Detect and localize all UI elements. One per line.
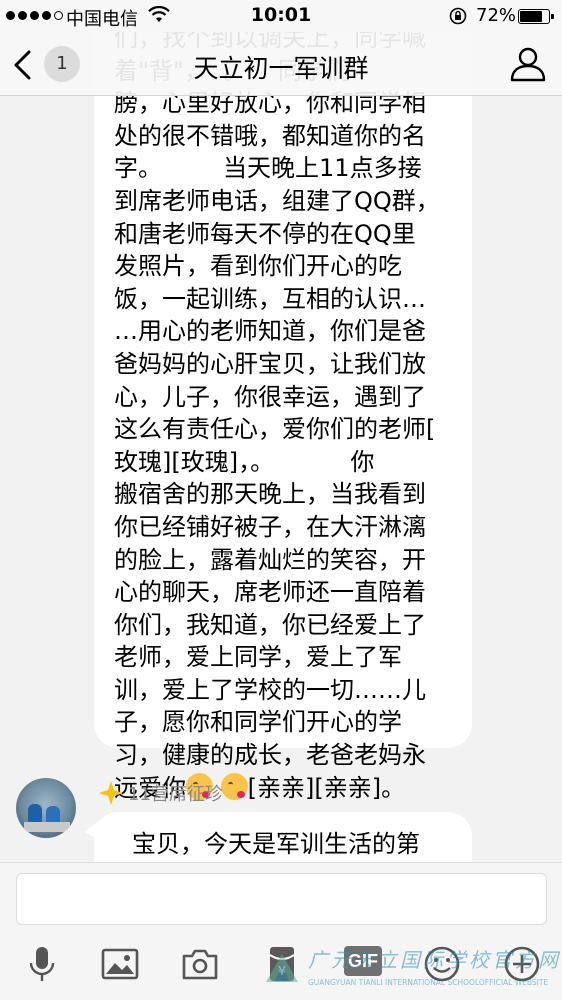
message-bubble[interactable]: 宝贝，今天是军训生活的第 xyxy=(94,812,472,862)
battery-percent: 72% xyxy=(476,5,517,26)
sender-name: 11营席征珍 xyxy=(128,784,223,805)
page-title: 天立初一军训群 xyxy=(193,54,369,83)
rotation-lock-icon xyxy=(449,7,467,25)
sparkle-icon xyxy=(99,781,123,805)
watermark-subtext: GUANGYUAN TIANLI INTERNATIONAL SCHOOLOFF… xyxy=(308,978,549,987)
message-text: 宝贝，今天是军训生活的第 xyxy=(132,830,420,858)
microphone-icon[interactable] xyxy=(22,944,62,984)
status-bar: 中国电信 10:01 72% xyxy=(0,0,562,32)
avatar[interactable] xyxy=(16,778,76,838)
image-icon[interactable] xyxy=(100,944,140,984)
message-text: 们，找个到以调关上，同学喊 着"背"， 。 同学们 膀，心里好放心，你和同学相 … xyxy=(114,22,452,804)
nav-bar: 1 天立初一军训群 xyxy=(0,32,562,96)
school-logo-icon xyxy=(266,954,298,982)
message-text-tail: [亲亲][亲亲]。 xyxy=(247,773,406,802)
battery-icon xyxy=(518,9,554,24)
watermark-text: 广元天立国际学校官方网站 xyxy=(308,948,562,972)
chat-area[interactable]: 们，找个到以调关上，同学喊 着"背"， 。 同学们 膀，心里好放心，你和同学相 … xyxy=(0,0,562,862)
group-profile-icon[interactable] xyxy=(508,44,548,84)
message-input[interactable] xyxy=(16,873,547,925)
message-text-body: 处的很不错哦，都知道你的名 字。 当天晚上11点多接 到席老师电话，组建了QQ群… xyxy=(114,121,440,802)
camera-icon[interactable] xyxy=(180,944,220,984)
message-bubble[interactable]: 们，找个到以调关上，同学喊 着"背"， 。 同学们 膀，心里好放心，你和同学相 … xyxy=(94,0,472,802)
watermark: 广元天立国际学校官方网站 GUANGYUAN TIANLI INTERNATIO… xyxy=(262,940,562,996)
kiss-emoji-icon xyxy=(220,772,248,800)
